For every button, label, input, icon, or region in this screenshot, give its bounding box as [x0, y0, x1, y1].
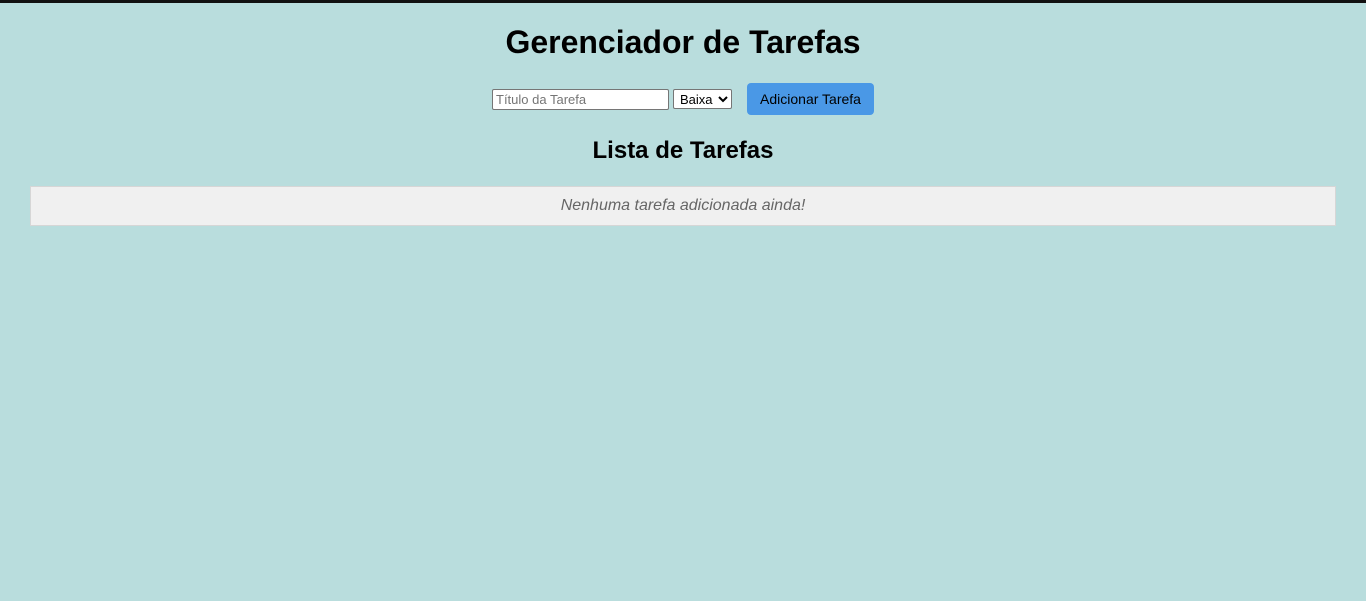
task-manager-app: Gerenciador de Tarefas Baixa Adicionar T…	[0, 3, 1366, 601]
empty-list-message: Nenhuma tarefa adicionada ainda!	[560, 197, 806, 214]
task-list-title: Lista de Tarefas	[592, 137, 774, 164]
add-task-button[interactable]: Adicionar Tarefa	[747, 83, 874, 115]
empty-task-list: Nenhuma tarefa adicionada ainda!	[30, 186, 1336, 226]
priority-select[interactable]: Baixa	[673, 89, 732, 109]
add-task-form: Baixa Adicionar Tarefa	[0, 83, 1366, 115]
page-title: Gerenciador de Tarefas	[505, 24, 861, 60]
task-title-input[interactable]	[492, 88, 669, 110]
